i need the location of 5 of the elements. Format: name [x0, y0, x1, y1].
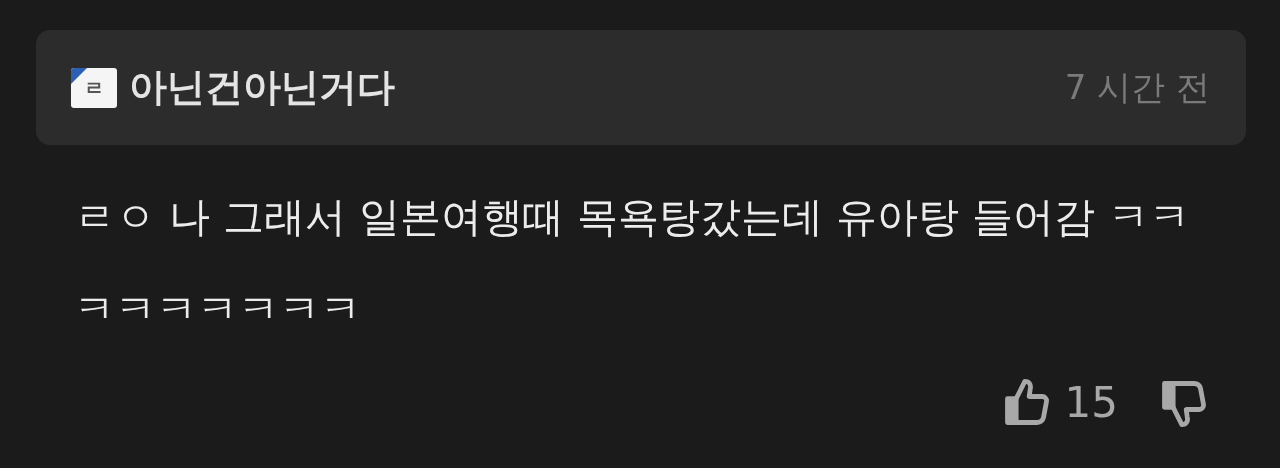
timestamp: 7 시간 전 — [1064, 66, 1210, 109]
like-button[interactable]: 15 — [1000, 377, 1118, 429]
comment-text: ㄹㅇ 나 그래서 일본여행때 목욕탕갔는데 유아탕 들어감 ㅋㅋㅋㅋㅋㅋㅋㅋㅋ — [74, 192, 1192, 335]
username[interactable]: 아닌건아닌거다 — [129, 59, 395, 116]
level-badge: ㄹ — [71, 67, 117, 108]
